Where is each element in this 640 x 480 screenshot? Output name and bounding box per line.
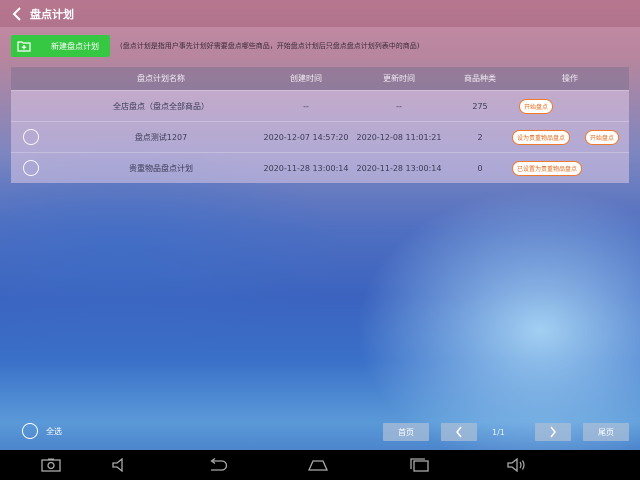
created-time: 2020-11-28 13:00:14 <box>263 163 349 173</box>
col-header-created: 创建时间 <box>290 74 322 83</box>
col-header-updated: 更新时间 <box>383 74 415 83</box>
product-count: 2 <box>477 132 483 142</box>
volume-down-icon[interactable] <box>110 456 132 474</box>
screenshot-icon[interactable] <box>40 456 62 474</box>
row-select-radio[interactable] <box>23 160 39 176</box>
created-time: 2020-12-07 14:57:20 <box>263 132 349 142</box>
select-all-label: 全选 <box>46 426 62 436</box>
prev-page-button[interactable] <box>441 423 477 441</box>
col-header-count: 商品种类 <box>464 74 496 83</box>
back-button[interactable] <box>8 0 26 27</box>
set-valuables-button[interactable]: 设为贵重物品盘点 <box>512 129 571 145</box>
valuables-set-button[interactable]: 已设置为贵重物品盘点 <box>512 160 583 176</box>
plan-table: 盘点计划名称 创建时间 更新时间 商品种类 操作 全店盘点（盘点全部商品） --… <box>11 67 629 183</box>
new-plan-label: 新建盘点计划 <box>51 41 99 51</box>
first-page-button[interactable]: 首页 <box>383 423 429 441</box>
updated-time: 2020-11-28 13:00:14 <box>356 163 442 173</box>
table-header: 盘点计划名称 创建时间 更新时间 商品种类 操作 <box>11 67 629 90</box>
title-bar: 盘点计划 <box>0 0 640 27</box>
plan-description: (盘点计划是指用户事先计划好需要盘点哪些商品，开始盘点计划后只盘点盘点计划列表中… <box>120 42 420 50</box>
product-count: 0 <box>477 163 483 173</box>
plan-name: 全店盘点（盘点全部商品） <box>113 101 209 111</box>
select-all-radio[interactable] <box>22 423 38 439</box>
col-header-name: 盘点计划名称 <box>137 74 185 83</box>
created-time: -- <box>303 101 309 111</box>
updated-time: -- <box>396 101 402 111</box>
chevron-left-icon <box>456 426 462 438</box>
updated-time: 2020-12-08 11:01:21 <box>356 132 442 142</box>
page-indicator: 1/1 <box>492 428 505 437</box>
volume-up-icon[interactable] <box>506 456 528 474</box>
chevron-right-icon <box>550 426 556 438</box>
add-folder-icon <box>17 39 31 53</box>
new-plan-button[interactable]: 新建盘点计划 <box>11 35 110 57</box>
table-row[interactable]: 盘点测试1207 2020-12-07 14:57:20 2020-12-08 … <box>11 121 629 152</box>
home-icon[interactable] <box>307 456 329 474</box>
row-select-radio[interactable] <box>23 129 39 145</box>
plan-name: 贵重物品盘点计划 <box>129 163 193 173</box>
system-nav-bar <box>0 450 640 480</box>
product-count: 275 <box>472 101 488 111</box>
table-row[interactable]: 贵重物品盘点计划 2020-11-28 13:00:14 2020-11-28 … <box>11 152 629 183</box>
next-page-button[interactable] <box>535 423 571 441</box>
page-title: 盘点计划 <box>30 7 74 21</box>
start-inventory-button[interactable]: 开始盘点 <box>585 129 620 145</box>
back-nav-icon[interactable] <box>207 456 229 474</box>
plan-name: 盘点测试1207 <box>134 132 188 142</box>
last-page-button[interactable]: 尾页 <box>583 423 629 441</box>
table-row[interactable]: 全店盘点（盘点全部商品） -- -- 275 开始盘点 <box>11 90 629 121</box>
recent-apps-icon[interactable] <box>409 456 431 474</box>
start-inventory-button[interactable]: 开始盘点 <box>519 98 554 114</box>
col-header-ops: 操作 <box>562 74 578 83</box>
chevron-left-icon <box>12 6 21 21</box>
select-all[interactable]: 全选 <box>22 423 62 439</box>
